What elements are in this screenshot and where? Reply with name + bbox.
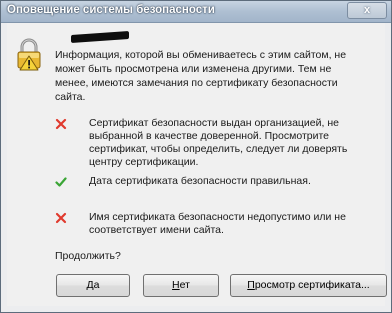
no-button-accel: Н xyxy=(172,279,180,291)
green-check-icon xyxy=(55,177,67,187)
redacted-site-name xyxy=(71,30,129,44)
no-button[interactable]: Нет xyxy=(143,274,219,297)
view-certificate-label: росмотр сертификата... xyxy=(254,279,370,291)
red-x-icon xyxy=(55,118,67,130)
continue-question: Продолжить? xyxy=(55,250,121,262)
yes-button[interactable]: Да xyxy=(56,274,130,297)
intro-message: Информация, которой вы обмениваетесь с э… xyxy=(55,49,347,103)
red-x-icon xyxy=(55,212,67,224)
check-item-text: Дата сертификата безопасности правильная… xyxy=(89,175,311,187)
view-certificate-button[interactable]: Просмотр сертификата... xyxy=(230,274,387,297)
title-bar[interactable]: Оповещение системы безопасности x xyxy=(1,1,391,23)
dialog-content: Информация, которой вы обмениваетесь с э… xyxy=(7,23,387,306)
view-certificate-accel: П xyxy=(247,279,255,291)
close-button[interactable]: x xyxy=(347,2,387,19)
yes-button-label: а xyxy=(93,279,100,291)
security-alert-dialog: Оповещение системы безопасности x Информ… xyxy=(0,0,392,313)
no-button-label: ет xyxy=(179,279,190,291)
check-item-text: Имя сертификата безопасности недопустимо… xyxy=(89,211,346,236)
check-item-text: Сертификат безопасности выдан организаци… xyxy=(89,117,348,168)
window-title: Оповещение системы безопасности xyxy=(7,4,215,16)
yes-button-accel: Д xyxy=(86,279,94,291)
lock-warning-icon xyxy=(17,38,41,71)
